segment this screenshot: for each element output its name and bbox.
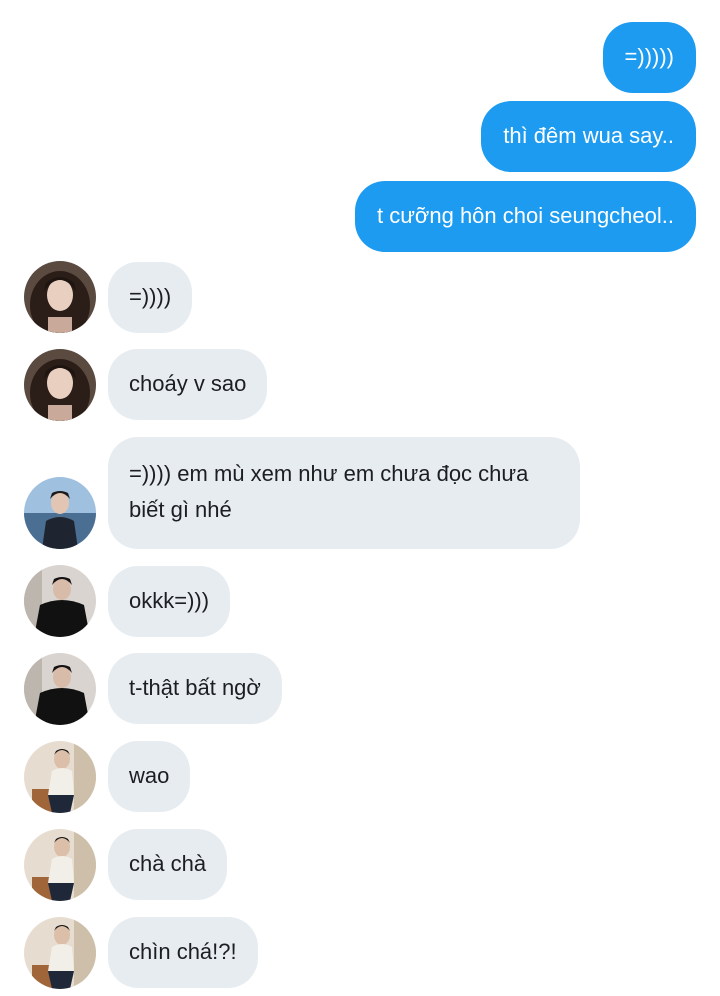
man-black-outfit-avatar[interactable]: [24, 565, 96, 637]
message-bubble-incoming[interactable]: t-thật bất ngờ: [108, 653, 282, 724]
long-hair-woman-avatar[interactable]: [24, 261, 96, 333]
man-black-outfit-avatar[interactable]: [24, 653, 96, 725]
message-bubble-incoming[interactable]: =)))): [108, 262, 193, 333]
man-by-water-avatar[interactable]: [24, 477, 96, 549]
message-bubble-outgoing[interactable]: t cưỡng hôn choi seungcheol..: [354, 181, 696, 252]
man-seated-light-avatar[interactable]: [24, 829, 96, 901]
long-hair-woman-avatar[interactable]: [24, 349, 96, 421]
message-bubble-incoming[interactable]: choáy v sao: [108, 349, 268, 420]
message-bubble-incoming[interactable]: chà chà: [108, 829, 228, 900]
message-bubble-outgoing[interactable]: =))))): [602, 22, 696, 93]
message-bubble-incoming[interactable]: wao: [108, 741, 191, 812]
message-bubble-outgoing[interactable]: thì đêm wua say..: [481, 101, 696, 172]
man-seated-light-avatar[interactable]: [24, 741, 96, 813]
man-seated-light-avatar[interactable]: [24, 917, 96, 989]
message-bubble-incoming[interactable]: =)))) em mù xem như em chưa đọc chưa biế…: [108, 437, 580, 549]
message-bubble-incoming[interactable]: okkk=))): [108, 566, 231, 637]
chat-thread: =))))) thì đêm wua say.. t cưỡng hôn cho…: [0, 0, 720, 996]
message-bubble-incoming[interactable]: chìn chá!?!: [108, 917, 258, 988]
